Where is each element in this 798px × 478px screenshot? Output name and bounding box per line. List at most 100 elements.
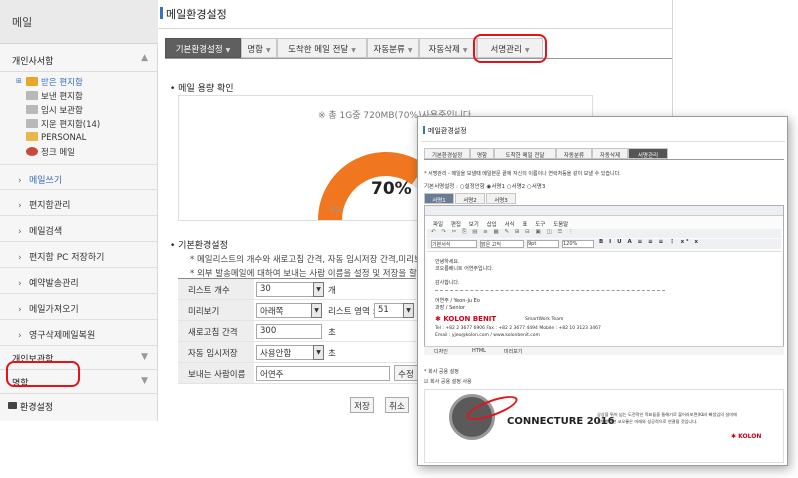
save-button[interactable]: 저장 <box>350 397 374 413</box>
overlay-desc: * 서명관리 - 메일을 보낼때 메일본문 끝에 자신의 이름이나 연락처등을 … <box>424 171 621 177</box>
overlay-tab-card[interactable]: 명함 <box>470 148 494 159</box>
form-label: 새로고침 간격 <box>178 321 254 341</box>
format-icons[interactable]: B I U A ≡ ≡ ≡ ⋮ x² x <box>599 239 700 245</box>
sidebar-section-personal[interactable]: 개인사서함 ▲ <box>0 46 158 72</box>
menu-label: 편지함관리 <box>29 201 71 211</box>
banner-brand: ✱ KOLON <box>731 433 762 440</box>
folder-trash[interactable]: 지운 편지함(14) <box>26 118 100 130</box>
sidebar-title: 메일 <box>0 0 158 44</box>
sidebar-section-label: 개인사서함 <box>12 57 54 67</box>
folder-personal[interactable]: PERSONAL <box>26 132 86 143</box>
mode-preview[interactable]: 미리보기 <box>504 348 522 355</box>
cancel-button[interactable]: 취소 <box>385 397 409 413</box>
menu-pc-save[interactable]: › 편지함 PC 저장하기 <box>0 242 158 268</box>
menu-scheduled[interactable]: › 예약발송관리 <box>0 268 158 294</box>
editor-toolbar-2: 기본서식 맑은 고딕 9pt 120% B I U A ≡ ≡ ≡ ⋮ x² x <box>427 239 781 249</box>
editor-menu-insert[interactable]: 삽입 <box>487 222 497 228</box>
menu-restore[interactable]: › 영구삭제메일복원 <box>0 320 158 346</box>
company-logo: ✱ KOLON BENIT <box>435 315 497 323</box>
tab-label: 자동삭제 <box>428 45 460 55</box>
mode-html[interactable]: HTML <box>472 348 486 354</box>
overlay-tab-basic[interactable]: 기본환경설정 <box>424 148 470 159</box>
sig-title: 과장 / Senior <box>435 305 465 311</box>
overlay-tab-sort[interactable]: 자동분류 <box>556 148 592 159</box>
folder-label: PERSONAL <box>41 133 87 143</box>
dropdown-arrow-icon: ▼ <box>313 282 324 297</box>
editor-menu-help[interactable]: 도움말 <box>553 222 568 228</box>
menu-search[interactable]: › 메일검색 <box>0 216 158 242</box>
collapse-down-icon[interactable]: ▼ <box>141 352 148 362</box>
font-family-select[interactable]: 맑은 고딕 <box>480 240 524 248</box>
folder-sent[interactable]: 보낸 편지함 <box>26 90 83 102</box>
editor-menu-edit[interactable]: 편집 <box>451 222 461 228</box>
email-line: Email : yjeo@kolon.com / www.kolonbenit.… <box>435 333 540 338</box>
mode-design[interactable]: 디자인 <box>434 348 448 355</box>
overlay-tab-delete[interactable]: 자동삭제 <box>592 148 628 159</box>
editor-menu-file[interactable]: 파일 <box>433 222 443 228</box>
chevron-right-icon: › <box>18 279 22 289</box>
font-style-select[interactable]: 기본서식 <box>431 240 477 248</box>
chevron-down-icon: ▼ <box>407 47 413 54</box>
basic-heading-text: 기본환경설정 <box>178 241 228 251</box>
zoom-select[interactable]: 120% <box>562 240 594 248</box>
form-label: 리스트 개수 <box>178 279 254 299</box>
folder-drafts[interactable]: 임시 보관함 <box>26 104 83 116</box>
tab-basic-settings[interactable]: 기본환경설정 ▼ <box>165 38 241 58</box>
radio-sig2[interactable]: ○서명2 <box>507 184 525 190</box>
refresh-input[interactable]: 300 <box>256 324 322 339</box>
corp-heading: * 회사 공용 설정 <box>424 369 459 375</box>
tab-auto-delete[interactable]: 자동삭제 ▼ <box>419 38 477 58</box>
form-row-sender: 보내는 사람이름 어연주 수정 <box>178 363 418 384</box>
folder-label: 정크 메일 <box>41 148 75 158</box>
collapse-up-icon[interactable]: ▲ <box>141 53 148 63</box>
select-value: 30 <box>260 284 271 294</box>
editor-body[interactable]: 안녕하세요. 코오롱베니트 어연주입니다. 감사합니다. 어연주 / Yeon-… <box>427 251 781 352</box>
list-count-select[interactable]: 30 ▼ <box>256 282 324 297</box>
editor-menu-table[interactable]: 표 <box>522 222 527 228</box>
menu-compose[interactable]: › 메일쓰기 <box>0 164 158 190</box>
autosave-select[interactable]: 사용안함 ▼ <box>256 345 324 360</box>
radio-label: 서명1 <box>491 184 505 190</box>
font-size-select[interactable]: 9pt <box>527 240 559 248</box>
divider <box>421 141 785 142</box>
corporate-banner: CONNECTURE 2016 상상을 뛰어 넘는 도전적인 목표들을 통해기로… <box>424 389 784 463</box>
sender-name-input[interactable]: 어연주 <box>256 366 390 381</box>
overlay-tab-forward[interactable]: 도착한 메일 전달 <box>494 148 556 159</box>
preview-select[interactable]: 아래쪽 ▼ <box>256 303 322 318</box>
editor-menu-format[interactable]: 서식 <box>505 222 515 228</box>
select-value: 51 <box>378 305 389 315</box>
tab-auto-sort[interactable]: 자동분류 ▼ <box>367 38 419 58</box>
tab-underline <box>165 58 672 59</box>
tab-forward[interactable]: 도착한 메일 전달 ▼ <box>277 38 367 58</box>
editor-menu-tools[interactable]: 도구 <box>535 222 545 228</box>
corp-checkbox-row: ☑ 회사 공용 설정 사용 <box>424 378 472 385</box>
menu-label: 예약발송관리 <box>29 279 79 289</box>
sig-tab-3[interactable]: 서명3 <box>486 193 516 204</box>
editor-menu-view[interactable]: 보기 <box>469 222 479 228</box>
sig-tab-1[interactable]: 서명1 <box>424 193 454 204</box>
tab-business-card[interactable]: 명함 ▼ <box>241 38 277 58</box>
sender-edit-button[interactable]: 수정 <box>394 365 418 381</box>
sig-name: 어연주 / Yeon-Ju Eo <box>435 298 480 304</box>
collapse-down-icon[interactable]: ▼ <box>141 376 148 386</box>
sig-separator <box>435 290 665 291</box>
overlay-tab-signature[interactable]: 서명관리 <box>628 148 668 159</box>
chevron-right-icon: › <box>18 227 22 237</box>
sig-tab-2[interactable]: 서명2 <box>455 193 485 204</box>
menu-folder-manage[interactable]: › 편지함관리 <box>0 190 158 216</box>
sidebar-settings[interactable]: 환경설정 <box>0 394 158 418</box>
radio-sig3[interactable]: ○서명3 <box>527 184 545 190</box>
folder-inbox[interactable]: 받은 편지함 <box>26 76 83 88</box>
sidebar: 메일 개인사서함 ▲ ⊞ 받은 편지함 보낸 편지함 임시 보관함 지운 편지함… <box>0 0 158 421</box>
banner-text: 실행한다면 코오롱은 미래와 성공적으로 연결될 것입니다. <box>597 419 698 424</box>
radio-sig1[interactable]: ◉서명1 <box>487 184 505 190</box>
radio-none[interactable]: ○설정안함 <box>460 184 485 190</box>
folder-junk[interactable]: 정크 메일 <box>26 146 75 158</box>
tree-expand-icon[interactable]: ⊞ <box>16 77 22 85</box>
basic-heading: • 기본환경설정 <box>170 241 228 251</box>
corp-checkbox[interactable]: ☑ <box>424 379 428 385</box>
menu-import[interactable]: › 메일가져오기 <box>0 294 158 320</box>
toolbar-icons[interactable]: ↶ ↷ ✂ ⎘ ▤ ≡ ▦ ✎ ⊞ ⊟ ▣ ◫ ☰ ⋮ <box>431 229 576 236</box>
list-area-select[interactable]: 51 ▼ <box>374 303 414 318</box>
signature-settings-window: 메일환경설정 기본환경설정 명함 도착한 메일 전달 자동분류 자동삭제 서명관… <box>417 116 788 466</box>
